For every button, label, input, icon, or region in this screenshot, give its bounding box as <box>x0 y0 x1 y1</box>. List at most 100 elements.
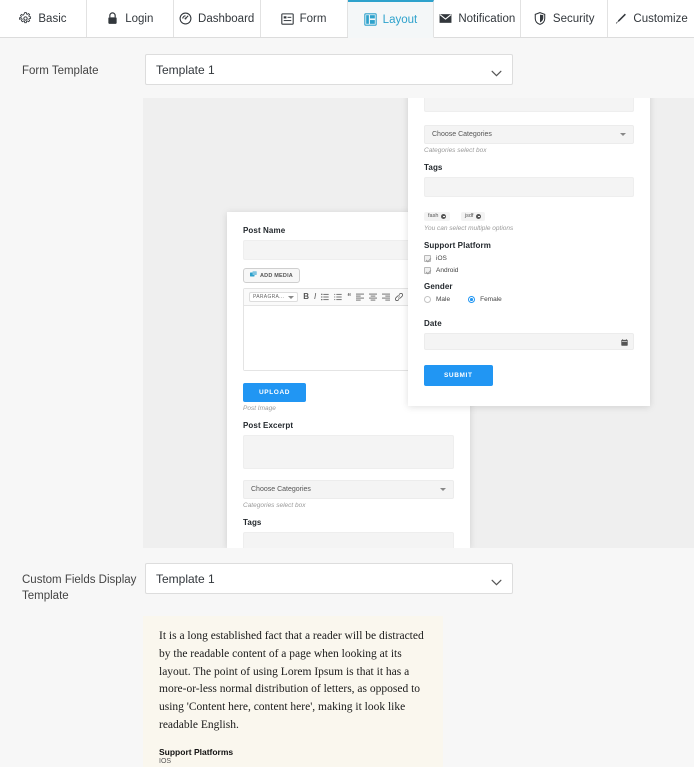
tags-input[interactable] <box>243 532 454 548</box>
radio-selected-icon[interactable] <box>468 296 476 303</box>
categories-help: Categories select box <box>424 147 487 154</box>
preview-field-row: Support Platforms IOS <box>159 747 427 765</box>
categories-placeholder: Choose Categories <box>432 131 492 138</box>
tags-label: Tags <box>424 163 443 172</box>
categories-placeholder: Choose Categories <box>251 486 311 493</box>
post-excerpt-textarea[interactable] <box>243 435 454 469</box>
platform-option-android[interactable]: Android <box>424 267 634 274</box>
bullet-list-icon[interactable] <box>321 293 329 301</box>
chevron-down-icon <box>440 488 446 491</box>
tab-customize[interactable]: Customize <box>608 0 694 37</box>
settings-tab-bar: Basic Login Dashboard Form Layout Notifi… <box>0 0 694 38</box>
tags-input[interactable] <box>424 177 634 197</box>
tab-login[interactable]: Login <box>86 0 174 37</box>
preview-card-right: Choose Categories Categories select box … <box>408 98 650 406</box>
custom-fields-template-select-wrapper: Template 1 <box>145 563 513 594</box>
add-media-label: ADD MEDIA <box>260 272 293 279</box>
date-input[interactable] <box>424 333 634 350</box>
form-template-label: Form Template <box>22 65 99 77</box>
paragraph-format-select[interactable]: PARAGRA... <box>249 292 299 302</box>
tab-label: Form <box>299 12 327 25</box>
tab-notification[interactable]: Notification <box>434 0 522 37</box>
categories-select[interactable]: Choose Categories <box>424 125 634 144</box>
form-template-row: Form Template Template 1 <box>0 38 694 85</box>
tags-input-top[interactable] <box>424 98 634 112</box>
gender-radio-group: Male Female <box>424 296 634 303</box>
preview-field-value: IOS <box>159 757 172 765</box>
tab-layout[interactable]: Layout <box>347 0 435 38</box>
gender-label: Gender <box>424 282 453 291</box>
custom-fields-preview: It is a long established fact that a rea… <box>143 616 443 767</box>
align-center-icon[interactable] <box>369 293 378 301</box>
form-template-select[interactable]: Template 1 <box>145 54 513 85</box>
lock-icon <box>106 12 119 25</box>
tag-chip-list: fash jsdf <box>424 204 634 222</box>
gender-option-label: Male <box>436 296 451 303</box>
layout-icon <box>363 13 377 26</box>
form-template-preview: Post Name ADD MEDIA PARAGRA... B I “ UPL… <box>143 98 694 548</box>
mail-icon <box>439 12 452 25</box>
date-label: Date <box>424 319 442 328</box>
tab-label: Customize <box>633 12 688 25</box>
chevron-down-icon <box>620 133 626 136</box>
upload-button[interactable]: UPLOAD <box>243 383 307 402</box>
settings-content: Form Template Template 1 Post Name ADD M… <box>0 38 694 767</box>
platform-label: Android <box>436 267 459 274</box>
add-media-button[interactable]: ADD MEDIA <box>243 268 300 283</box>
preview-field-heading: Support Platforms <box>159 746 234 757</box>
tab-basic[interactable]: Basic <box>0 0 87 37</box>
gender-option-label: Female <box>480 296 502 303</box>
platform-label: iOS <box>436 255 447 262</box>
radio-icon[interactable] <box>424 296 431 303</box>
tab-label: Layout <box>382 13 418 26</box>
gender-option-female[interactable]: Female <box>468 296 502 303</box>
gear-icon <box>19 12 32 25</box>
numbered-list-icon[interactable] <box>334 293 342 301</box>
shield-icon <box>534 12 547 25</box>
tab-label: Login <box>125 12 154 25</box>
tag-chip-label: jsdf <box>464 213 474 219</box>
checkbox-icon[interactable] <box>424 267 431 274</box>
tab-form[interactable]: Form <box>260 0 348 37</box>
chevron-down-icon <box>288 295 295 299</box>
calendar-icon[interactable] <box>621 333 628 351</box>
submit-button[interactable]: SUBMIT <box>424 365 493 386</box>
tab-label: Security <box>552 12 595 25</box>
custom-fields-template-row: Custom Fields Display Template Template … <box>0 548 694 604</box>
brush-icon <box>614 12 627 25</box>
italic-icon[interactable]: I <box>314 293 316 301</box>
tab-dashboard[interactable]: Dashboard <box>173 0 261 37</box>
platform-option-ios[interactable]: iOS <box>424 255 634 262</box>
custom-fields-template-select[interactable]: Template 1 <box>145 563 513 594</box>
post-excerpt-label: Post Excerpt <box>243 421 294 430</box>
form-icon <box>280 12 294 25</box>
tab-label: Basic <box>38 12 67 25</box>
form-template-select-wrapper: Template 1 <box>145 54 513 85</box>
tag-chip[interactable]: fash <box>424 211 451 221</box>
media-icon <box>250 271 257 280</box>
tab-security[interactable]: Security <box>521 0 609 37</box>
align-right-icon[interactable] <box>382 293 391 301</box>
tab-label: Notification <box>458 12 516 25</box>
gender-option-male[interactable]: Male <box>424 296 450 303</box>
link-icon[interactable] <box>395 293 404 301</box>
tag-chip-label: fash <box>428 213 439 219</box>
categories-help: Categories select box <box>243 502 306 509</box>
tag-chip[interactable]: jsdf <box>460 211 486 221</box>
custom-fields-template-label: Custom Fields Display Template <box>22 574 137 602</box>
tags-help: You can select multiple options <box>424 225 514 232</box>
tab-label: Dashboard <box>198 12 255 25</box>
tags-label: Tags <box>243 518 262 527</box>
categories-select[interactable]: Choose Categories <box>243 480 454 499</box>
paragraph-format-label: PARAGRA... <box>253 294 285 300</box>
dashboard-icon <box>179 12 192 25</box>
remove-tag-icon[interactable] <box>441 213 447 219</box>
align-left-icon[interactable] <box>356 293 365 301</box>
blockquote-icon[interactable]: “ <box>347 293 351 301</box>
checkbox-icon[interactable] <box>424 255 431 262</box>
support-platform-label: Support Platform <box>424 241 491 250</box>
bold-icon[interactable]: B <box>303 293 309 301</box>
preview-paragraph: It is a long established fact that a rea… <box>159 630 424 732</box>
post-image-help: Post Image <box>243 405 276 412</box>
remove-tag-icon[interactable] <box>476 213 482 219</box>
